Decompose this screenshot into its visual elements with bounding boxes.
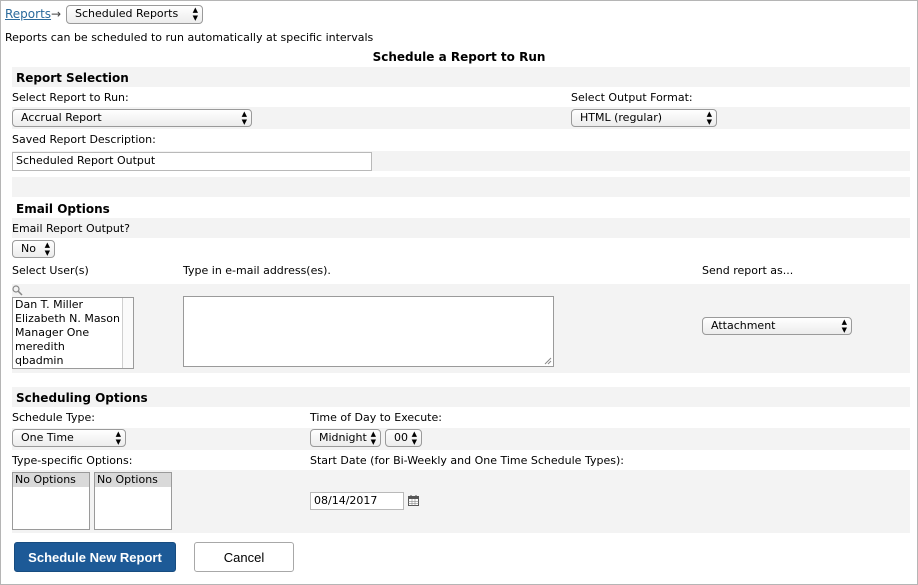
band bbox=[12, 67, 910, 87]
start-date-input[interactable]: 08/14/2017 bbox=[310, 492, 404, 510]
time-hour-dropdown[interactable]: Midnight ▲ ▼ bbox=[310, 429, 381, 447]
type-specific-label: Type-specific Options: bbox=[12, 454, 133, 467]
output-format-dropdown[interactable]: HTML (regular) ▲ ▼ bbox=[571, 109, 717, 127]
select-arrows-icon: ▲ ▼ bbox=[370, 430, 376, 446]
description-label: Saved Report Description: bbox=[12, 133, 156, 146]
breadcrumb-report-type-select[interactable]: Scheduled Reports ▲ ▼ bbox=[66, 5, 203, 24]
select-arrows-icon: ▲ ▼ bbox=[841, 318, 847, 334]
scheduling-options-heading: Scheduling Options bbox=[16, 391, 148, 405]
breadcrumb-select-value: Scheduled Reports bbox=[75, 7, 179, 20]
send-as-dropdown[interactable]: Attachment ▲ ▼ bbox=[702, 317, 852, 335]
user-option[interactable]: Dan T. Miller bbox=[13, 298, 133, 312]
schedule-type-label: Schedule Type: bbox=[12, 411, 96, 424]
select-users-label: Select User(s) bbox=[12, 264, 89, 277]
email-output-dropdown[interactable]: No ▲ ▼ bbox=[12, 240, 55, 258]
users-listbox[interactable]: Dan T. Miller Elizabeth N. Mason Manager… bbox=[12, 297, 134, 369]
user-option[interactable]: Elizabeth N. Mason bbox=[13, 312, 133, 326]
output-format-value: HTML (regular) bbox=[580, 111, 663, 124]
email-options-heading: Email Options bbox=[16, 202, 110, 216]
intro-text: Reports can be scheduled to run automati… bbox=[5, 31, 374, 44]
send-as-value: Attachment bbox=[711, 319, 776, 332]
user-option[interactable]: Manager One bbox=[13, 326, 133, 340]
emails-textarea[interactable] bbox=[183, 296, 554, 367]
type-specific-listbox-2[interactable]: No Options bbox=[94, 472, 172, 530]
email-output-label: Email Report Output? bbox=[12, 222, 131, 235]
time-hour-value: Midnight bbox=[319, 431, 367, 444]
send-as-label: Send report as... bbox=[702, 264, 794, 277]
select-arrows-icon: ▲ ▼ bbox=[44, 241, 50, 257]
description-input[interactable]: Scheduled Report Output bbox=[12, 152, 372, 171]
cancel-button[interactable]: Cancel bbox=[194, 542, 294, 572]
user-option[interactable]: qbadmin bbox=[13, 354, 133, 368]
breadcrumb-arrow: → bbox=[51, 7, 62, 21]
user-option[interactable]: meredith bbox=[13, 340, 133, 354]
email-output-value: No bbox=[21, 242, 36, 255]
select-report-value: Accrual Report bbox=[21, 111, 102, 124]
band bbox=[12, 218, 910, 238]
select-report-label: Select Report to Run: bbox=[12, 91, 129, 104]
type-specific-listbox-1[interactable]: No Options bbox=[12, 472, 90, 530]
search-icon[interactable] bbox=[12, 285, 23, 296]
users-listbox-scrollbar[interactable] bbox=[122, 298, 133, 368]
list-item[interactable]: No Options bbox=[13, 473, 89, 487]
select-report-dropdown[interactable]: Accrual Report ▲ ▼ bbox=[12, 109, 252, 127]
select-arrows-icon: ▲ ▼ bbox=[411, 430, 417, 446]
list-item[interactable]: No Options bbox=[95, 473, 171, 487]
time-minute-value: 00 bbox=[394, 431, 408, 444]
resize-handle-icon[interactable] bbox=[544, 357, 552, 365]
schedule-type-dropdown[interactable]: One Time ▲ ▼ bbox=[12, 429, 126, 447]
select-arrows-icon: ▲ ▼ bbox=[241, 110, 247, 126]
breadcrumb-reports-link[interactable]: Reports bbox=[5, 7, 51, 21]
schedule-new-report-button[interactable]: Schedule New Report bbox=[14, 542, 176, 572]
calendar-icon[interactable] bbox=[408, 495, 419, 506]
report-selection-heading: Report Selection bbox=[16, 71, 129, 85]
select-arrows-icon: ▲ ▼ bbox=[192, 6, 198, 22]
schedule-type-value: One Time bbox=[21, 431, 74, 444]
start-date-label: Start Date (for Bi-Weekly and One Time S… bbox=[310, 454, 624, 467]
time-of-day-label: Time of Day to Execute: bbox=[310, 411, 442, 424]
page-title: Schedule a Report to Run bbox=[372, 50, 546, 64]
emails-label: Type in e-mail address(es). bbox=[183, 264, 331, 277]
select-arrows-icon: ▲ ▼ bbox=[706, 110, 712, 126]
band bbox=[12, 177, 910, 197]
output-format-label: Select Output Format: bbox=[571, 91, 693, 104]
select-arrows-icon: ▲ ▼ bbox=[115, 430, 121, 446]
time-minute-dropdown[interactable]: 00 ▲ ▼ bbox=[385, 429, 422, 447]
band bbox=[12, 428, 910, 450]
